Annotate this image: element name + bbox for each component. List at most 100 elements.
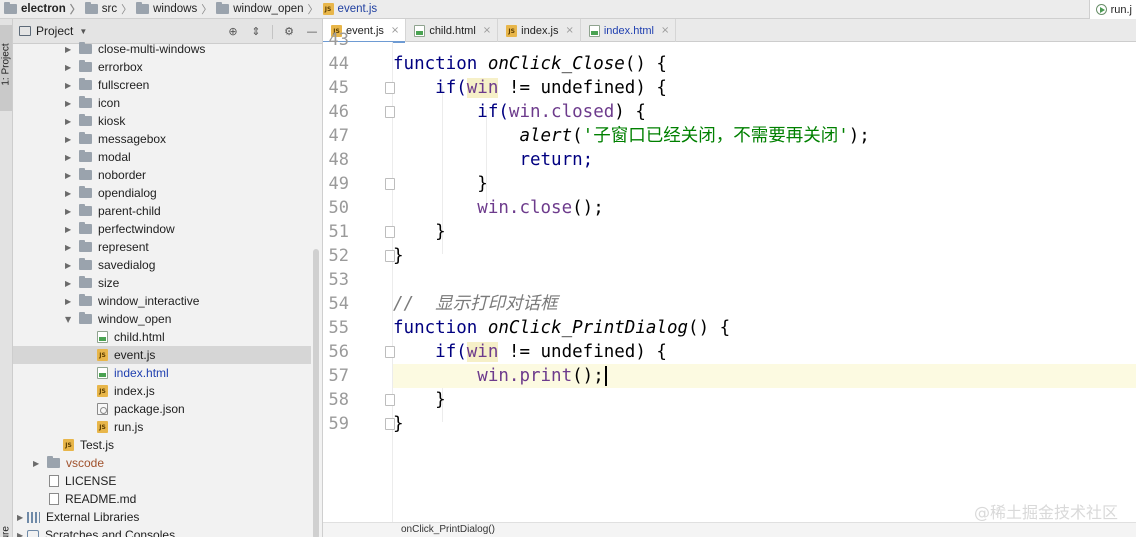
tree-item-child-html[interactable]: child.html xyxy=(13,328,311,346)
line-number: 48 xyxy=(328,150,349,170)
breadcrumb-electron[interactable]: electron 〉 xyxy=(0,0,81,19)
hide-icon[interactable]: — xyxy=(305,25,319,38)
tree-item-icon[interactable]: ▶ icon xyxy=(13,94,311,112)
chevron-right-icon[interactable]: ▶ xyxy=(65,63,75,72)
close-icon[interactable]: × xyxy=(565,25,573,36)
chevron-right-icon[interactable]: ▶ xyxy=(65,171,75,180)
code-line-44: function onClick_Close() { xyxy=(393,52,1136,76)
tree-item-external-libraries[interactable]: ▶ External Libraries xyxy=(13,508,311,526)
breadcrumb-src[interactable]: src 〉 xyxy=(81,0,132,19)
tree-item-package-json[interactable]: package.json xyxy=(13,400,311,418)
tab-index-html[interactable]: index.html × xyxy=(581,19,677,42)
function-alert: alert xyxy=(519,126,573,146)
tree-item-close-multi-windows[interactable]: ▶ close-multi-windows xyxy=(13,40,311,58)
tree-item-kiosk[interactable]: ▶ kiosk xyxy=(13,112,311,130)
tree-item-savedialog[interactable]: ▶ savedialog xyxy=(13,256,311,274)
tab-index-js[interactable]: JS index.js × xyxy=(498,19,581,42)
breadcrumb-window-open[interactable]: window_open 〉 xyxy=(212,0,319,19)
tab-label: index.js xyxy=(521,24,559,37)
project-tree-scrollbar[interactable] xyxy=(313,249,319,537)
tree-item-opendialog[interactable]: ▶ opendialog xyxy=(13,184,311,202)
chevron-right-icon[interactable]: ▶ xyxy=(17,531,27,537)
tree-item-index-js[interactable]: JS index.js xyxy=(13,382,311,400)
current-function-breadcrumb[interactable]: onClick_PrintDialog() xyxy=(401,524,495,535)
tree-item-modal[interactable]: ▶ modal xyxy=(13,148,311,166)
tree-item-run-js[interactable]: JS run.js xyxy=(13,418,311,436)
line-number: 59 xyxy=(328,414,349,434)
target-icon[interactable]: ⊕ xyxy=(226,25,240,38)
collapse-icon[interactable]: ⇕ xyxy=(249,25,263,38)
code-line-47: alert('子窗口已经关闭，不需要再关闭'); xyxy=(393,124,1136,148)
chevron-right-icon[interactable]: ▶ xyxy=(65,81,75,90)
breadcrumb-file[interactable]: JS event.js xyxy=(319,0,377,19)
tree-item-perfectwindow[interactable]: ▶ perfectwindow xyxy=(13,220,311,238)
chevron-right-icon[interactable]: ▶ xyxy=(65,243,75,252)
tree-item-size[interactable]: ▶ size xyxy=(13,274,311,292)
gear-icon[interactable]: ⚙ xyxy=(282,25,296,38)
code-area[interactable]: function onClick_Close() { if(win != und… xyxy=(393,42,1136,522)
line-number: 45 xyxy=(328,78,349,98)
tree-item-label: Test.js xyxy=(80,438,115,452)
chevron-right-icon[interactable]: ▶ xyxy=(65,153,75,162)
code-brace: } xyxy=(435,222,446,242)
folder-icon xyxy=(79,222,92,234)
tree-item-represent[interactable]: ▶ represent xyxy=(13,238,311,256)
breadcrumb-label: windows xyxy=(153,3,198,15)
run-configuration-selector[interactable]: run.j xyxy=(1088,0,1136,19)
chevron-right-icon[interactable]: ▶ xyxy=(65,189,75,198)
tree-item-label: represent xyxy=(98,240,149,254)
close-icon[interactable]: × xyxy=(391,25,399,36)
chevron-right-icon[interactable]: ▶ xyxy=(33,459,43,468)
tree-item-readme-md[interactable]: README.md xyxy=(13,490,311,508)
close-icon[interactable]: × xyxy=(661,25,669,36)
chevron-right-icon[interactable]: ▶ xyxy=(65,261,75,270)
dropdown-arrow-icon: ▼ xyxy=(79,26,88,36)
structure-tool-button[interactable]: ure xyxy=(0,515,12,537)
tab-child-html[interactable]: child.html × xyxy=(406,19,499,42)
run-config-icon xyxy=(1095,4,1107,15)
tree-item-window-open[interactable]: ▼ window_open xyxy=(13,310,311,328)
project-view-selector[interactable]: Project ▼ xyxy=(13,24,87,38)
tree-item-noborder[interactable]: ▶ noborder xyxy=(13,166,311,184)
tree-item-label: kiosk xyxy=(98,114,126,128)
chevron-right-icon[interactable]: ▶ xyxy=(65,279,75,288)
tree-item-errorbox[interactable]: ▶ errorbox xyxy=(13,58,311,76)
tree-item-test-js[interactable]: JS Test.js xyxy=(13,436,311,454)
js-file-icon: JS xyxy=(97,349,108,361)
chevron-down-icon[interactable]: ▼ xyxy=(65,315,75,324)
chevron-right-icon[interactable]: ▶ xyxy=(65,135,75,144)
chevron-right-icon[interactable]: ▶ xyxy=(65,45,75,54)
code-comment: // 显示打印对话框 xyxy=(393,294,558,314)
tree-item-index-html[interactable]: index.html xyxy=(13,364,311,382)
project-tool-button[interactable]: 1: Project xyxy=(0,25,12,111)
tree-item-license[interactable]: LICENSE xyxy=(13,472,311,490)
code-punct: ( xyxy=(572,126,583,146)
chevron-right-icon[interactable]: ▶ xyxy=(65,117,75,126)
project-panel-title: Project xyxy=(36,24,74,38)
breadcrumb-windows[interactable]: windows 〉 xyxy=(132,0,212,19)
code-editor: JS event.js × child.html × JS index.js × index.h… xyxy=(323,19,1136,537)
folder-icon xyxy=(136,2,150,14)
tree-item-fullscreen[interactable]: ▶ fullscreen xyxy=(13,76,311,94)
tree-item-scratches-and-consoles[interactable]: ▶ Scratches and Consoles xyxy=(13,526,311,537)
chevron-right-icon[interactable]: ▶ xyxy=(65,297,75,306)
tree-item-label: index.html xyxy=(114,366,169,380)
variable-win: win xyxy=(466,342,499,362)
editor-gutter: 43 44 45 46 47 48 49 50 51 52 53 54 55 56 57 58 59 xyxy=(323,30,395,522)
code-line-46: if(win.closed) { xyxy=(393,100,1136,124)
tree-item-label: modal xyxy=(98,150,131,164)
tree-item-messagebox[interactable]: ▶ messagebox xyxy=(13,130,311,148)
line-number: 51 xyxy=(328,222,349,242)
tree-item-vscode[interactable]: ▶ vscode xyxy=(13,454,311,472)
watermark: @稀土掘金技术社区 xyxy=(973,503,1118,522)
folder-icon xyxy=(79,186,92,198)
chevron-right-icon[interactable]: ▶ xyxy=(65,99,75,108)
tree-item-parent-child[interactable]: ▶ parent-child xyxy=(13,202,311,220)
chevron-right-icon[interactable]: ▶ xyxy=(65,225,75,234)
tree-item-event-js[interactable]: JS event.js xyxy=(13,346,311,364)
close-icon[interactable]: × xyxy=(483,25,491,36)
tree-item-window-interactive[interactable]: ▶ window_interactive xyxy=(13,292,311,310)
chevron-right-icon[interactable]: ▶ xyxy=(65,207,75,216)
js-file-icon: JS xyxy=(97,421,108,433)
chevron-right-icon[interactable]: ▶ xyxy=(17,513,27,522)
